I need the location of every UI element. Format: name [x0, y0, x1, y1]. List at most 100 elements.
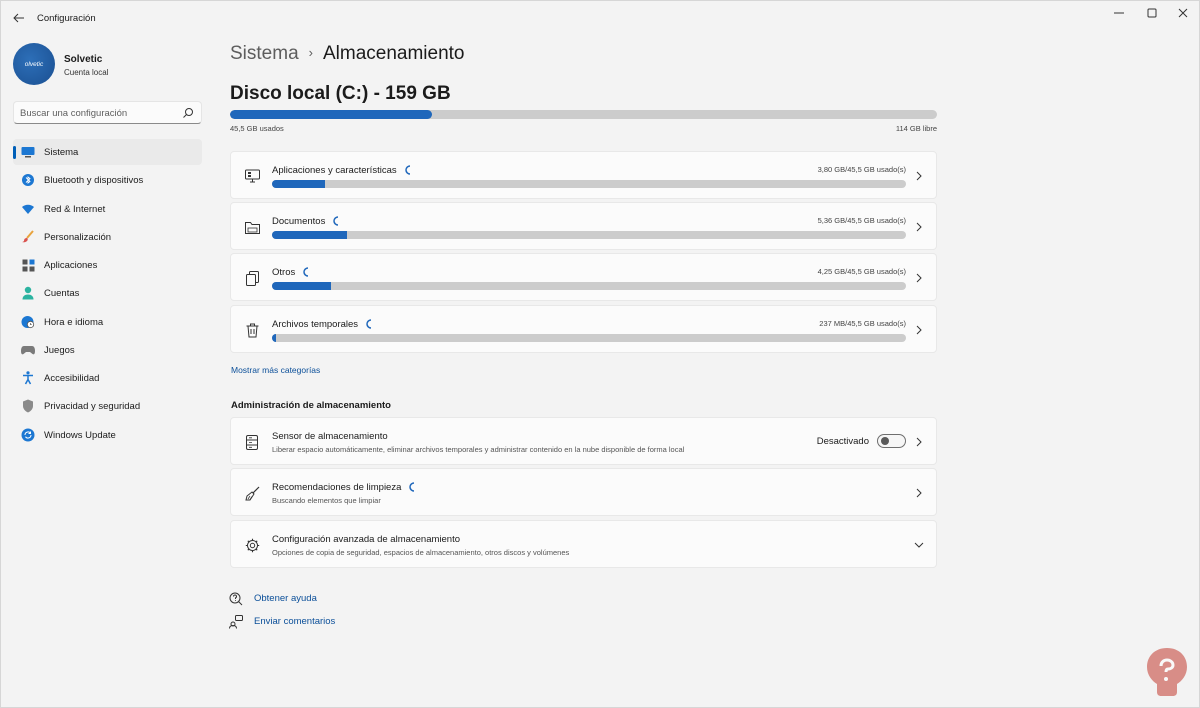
- apps-monitor-icon: [244, 168, 260, 184]
- sidebar-item-windows-update[interactable]: Windows Update: [13, 422, 202, 448]
- category-usage-bar: [272, 231, 906, 239]
- toggle-state-label: Desactivado: [816, 436, 869, 447]
- avatar-logo-text: olvetic: [24, 60, 44, 68]
- category-label: Otros: [272, 267, 311, 278]
- apps-icon: [21, 258, 35, 272]
- sidebar-item-personalizacion[interactable]: Personalización: [13, 224, 202, 250]
- chevron-down-icon: [914, 539, 924, 551]
- sidebar-item-label: Windows Update: [44, 429, 116, 441]
- breadcrumb: Sistema › Almacenamiento: [230, 43, 465, 69]
- category-usage-bar: [272, 180, 906, 188]
- profile-name: Solvetic: [64, 54, 103, 65]
- loading-spinner-icon: [333, 216, 339, 227]
- cleanup-recommendations-card[interactable]: Recomendaciones de limpieza Buscando ele…: [230, 468, 937, 516]
- sidebar-nav: Sistema Bluetooth y dispositivos Red & I…: [13, 139, 202, 450]
- storage-sense-subtitle: Liberar espacio automáticamente, elimina…: [272, 445, 685, 454]
- sidebar-item-juegos[interactable]: Juegos: [13, 337, 202, 363]
- disk-free-label: 114 GB libre: [895, 124, 937, 133]
- disk-usage-bar: [230, 110, 937, 119]
- advanced-storage-title: Configuración avanzada de almacenamiento: [272, 534, 461, 545]
- send-feedback-link[interactable]: Enviar comentarios: [229, 614, 335, 630]
- sidebar-item-cuentas[interactable]: Cuentas: [13, 280, 202, 306]
- accessibility-icon: [21, 371, 35, 385]
- sidebar-item-sistema[interactable]: Sistema: [13, 139, 202, 165]
- sidebar-item-label: Privacidad y seguridad: [44, 401, 141, 413]
- category-usage-bar: [272, 282, 906, 290]
- breadcrumb-parent[interactable]: Sistema: [230, 43, 299, 64]
- bluetooth-icon: [21, 173, 35, 187]
- settings-window: Configuración olvetic Solvetic Cuenta lo…: [0, 0, 1200, 708]
- category-card-documentos[interactable]: Documentos 5,36 GB/45,5 GB usado(s): [230, 202, 937, 250]
- advanced-storage-card[interactable]: Configuración avanzada de almacenamiento…: [230, 520, 937, 568]
- sidebar-item-privacidad[interactable]: Privacidad y seguridad: [13, 393, 202, 419]
- help-chat-icon: [229, 592, 243, 606]
- category-usage-fill: [272, 282, 331, 290]
- breadcrumb-separator-icon: ›: [308, 45, 313, 60]
- brush-icon: [21, 230, 35, 244]
- sidebar-item-label: Bluetooth y dispositivos: [44, 175, 144, 187]
- user-profile[interactable]: olvetic Solvetic Cuenta local: [13, 43, 203, 85]
- show-more-categories-link[interactable]: Mostrar más categorías: [231, 365, 320, 375]
- minimize-icon[interactable]: [1101, 3, 1137, 23]
- disk-used-label: 45,5 GB usados: [230, 124, 284, 133]
- sidebar-item-label: Sistema: [44, 147, 79, 158]
- sidebar-item-aplicaciones[interactable]: Aplicaciones: [13, 252, 202, 278]
- storage-sense-toggle[interactable]: [877, 434, 906, 448]
- get-help-label: Obtener ayuda: [254, 593, 317, 604]
- category-card-temporales[interactable]: Archivos temporales 237 MB/45,5 GB usado…: [230, 305, 937, 353]
- sidebar-item-label: Juegos: [44, 344, 75, 356]
- person-icon: [21, 286, 35, 300]
- sidebar-item-label: Hora e idioma: [44, 316, 104, 328]
- loading-spinner-icon: [366, 319, 372, 330]
- close-icon[interactable]: [1165, 3, 1200, 23]
- advanced-storage-subtitle: Opciones de copia de seguridad, espacios…: [272, 548, 570, 557]
- send-feedback-label: Enviar comentarios: [254, 616, 336, 627]
- watermark-logo: [1147, 648, 1187, 696]
- sidebar-item-red[interactable]: Red & Internet: [13, 196, 202, 222]
- sidebar-item-label: Accesibilidad: [44, 373, 100, 384]
- folder-icon: [244, 219, 260, 235]
- section-title: Administración de almacenamiento: [231, 400, 391, 411]
- back-arrow-icon[interactable]: [9, 8, 29, 28]
- app-title: Configuración: [37, 13, 96, 24]
- category-size: 3,80 GB/45,5 GB usado(s): [817, 165, 906, 174]
- category-size: 237 MB/45,5 GB usado(s): [819, 319, 906, 328]
- chevron-right-icon: [914, 487, 924, 499]
- loading-spinner-icon: [409, 482, 415, 493]
- storage-drive-icon: [244, 434, 260, 450]
- profile-account-type: Cuenta local: [64, 68, 109, 77]
- category-card-otros[interactable]: Otros 4,25 GB/45,5 GB usado(s): [230, 253, 937, 301]
- search-input[interactable]: [20, 105, 180, 121]
- sidebar-item-hora[interactable]: Hora e idioma: [13, 309, 202, 335]
- avatar: olvetic: [13, 43, 55, 85]
- storage-sense-title: Sensor de almacenamiento: [272, 431, 388, 442]
- monitor-icon: [21, 145, 35, 159]
- gear-icon: [244, 537, 260, 553]
- pages-icon: [244, 270, 260, 286]
- update-icon: [21, 428, 35, 442]
- page-title: Almacenamiento: [322, 43, 465, 64]
- disk-title: Disco local (C:) - 159 GB: [230, 83, 451, 104]
- shield-icon: [21, 399, 35, 413]
- disk-usage-fill: [230, 110, 433, 119]
- gamepad-icon: [21, 343, 35, 357]
- chevron-right-icon: [914, 221, 924, 233]
- sidebar-item-bluetooth[interactable]: Bluetooth y dispositivos: [13, 167, 202, 193]
- category-usage-bar: [272, 334, 906, 342]
- sidebar-item-accesibilidad[interactable]: Accesibilidad: [13, 365, 202, 391]
- chevron-right-icon: [914, 324, 924, 336]
- search-box[interactable]: [13, 101, 202, 124]
- get-help-link[interactable]: Obtener ayuda: [229, 591, 317, 607]
- category-card-aplicaciones[interactable]: Aplicaciones y características 3,80 GB/4…: [230, 151, 937, 199]
- sidebar-item-label: Aplicaciones: [44, 260, 98, 271]
- sidebar-item-label: Cuentas: [44, 288, 80, 300]
- search-icon[interactable]: [182, 107, 194, 119]
- feedback-icon: [229, 615, 243, 629]
- category-label: Documentos: [272, 216, 341, 227]
- sidebar-item-label: Red & Internet: [44, 203, 106, 215]
- category-label: Archivos temporales: [272, 319, 374, 330]
- storage-sense-card[interactable]: Sensor de almacenamiento Liberar espacio…: [230, 417, 937, 465]
- category-size: 4,25 GB/45,5 GB usado(s): [817, 267, 906, 276]
- cleanup-subtitle: Buscando elementos que limpiar: [272, 496, 381, 505]
- cleanup-title: Recomendaciones de limpieza: [272, 482, 417, 493]
